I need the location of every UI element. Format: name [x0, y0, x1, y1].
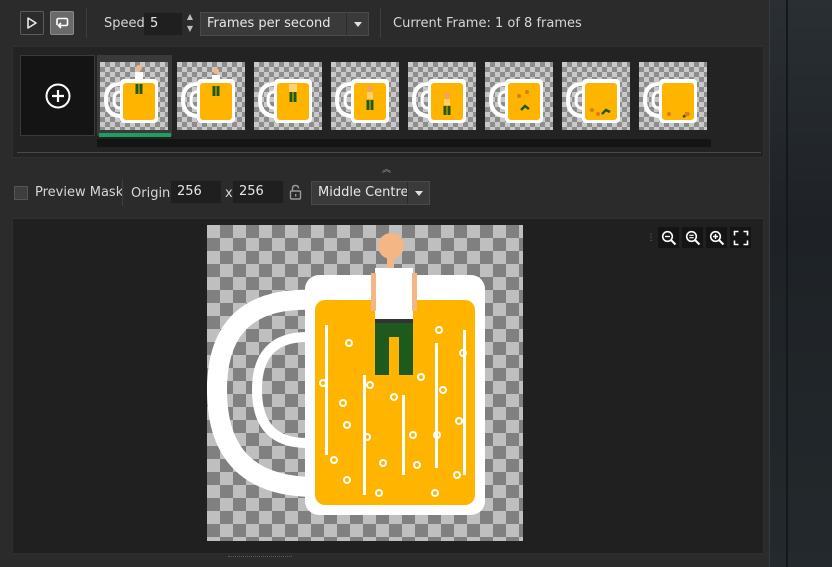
origin-options-row: Preview Mask Origin: 256 x 256 Middle Ce… — [0, 178, 770, 208]
speed-input[interactable]: 5 — [144, 13, 182, 35]
beer-mug-thumbnail — [642, 79, 697, 123]
plus-circle-icon — [45, 83, 70, 108]
background-edge — [770, 0, 832, 567]
zoom-out-button[interactable] — [658, 227, 679, 248]
speed-unit-value: Frames per second — [207, 16, 331, 31]
zoom-out-icon — [661, 230, 676, 245]
preview-mask-label: Preview Mask — [35, 185, 124, 200]
fullscreen-icon — [733, 230, 748, 245]
beer-mug-thumbnail — [565, 79, 620, 123]
frame-thumbnail-6[interactable] — [485, 62, 553, 130]
add-frame-button[interactable] — [20, 55, 95, 136]
frame-thumbnail-8[interactable] — [639, 62, 707, 130]
origin-separator-x: x — [225, 186, 233, 201]
beer-mug-thumbnail — [411, 79, 466, 123]
zoom-in-button[interactable] — [706, 227, 727, 248]
chevron-down-icon[interactable] — [407, 182, 429, 204]
beer-mug-thumbnail — [334, 79, 389, 123]
frame-thumbnail-1[interactable] — [99, 62, 171, 137]
loop-icon — [56, 17, 69, 29]
beer-mug-thumbnail — [488, 79, 543, 123]
sprite-canvas[interactable] — [206, 225, 523, 541]
toolbar-separator — [86, 8, 87, 38]
beer-mug-sprite — [206, 233, 485, 515]
play-button[interactable] — [20, 11, 44, 35]
timeline-ticks — [17, 145, 761, 153]
frame-thumbnail-7[interactable] — [562, 62, 630, 130]
frame-strip — [12, 46, 764, 158]
origin-mode-value: Middle Centre — [318, 185, 409, 200]
toolbar-separator — [122, 180, 123, 206]
current-frame-text: Current Frame: 1 of 8 frames — [393, 16, 582, 31]
frame-thumbnail-4[interactable] — [331, 62, 399, 130]
zoom-controls: ⋮ — [647, 227, 751, 249]
beer-mug-thumbnail — [103, 65, 158, 123]
origin-mode-dropdown[interactable]: Middle Centre — [311, 181, 430, 205]
resize-handle[interactable] — [228, 556, 292, 559]
chevron-down-icon[interactable] — [346, 13, 368, 35]
frame-thumbnail-3[interactable] — [254, 62, 322, 130]
frame-thumbnail-2[interactable] — [177, 62, 245, 130]
zoom-reset-button[interactable] — [682, 227, 703, 248]
drag-grip-icon[interactable]: ⋮ — [647, 227, 656, 248]
toolbar-separator — [380, 8, 381, 38]
lock-icon[interactable] — [289, 184, 302, 204]
animation-toolbar: Speed: 5 ▲ ▼ Frames per second Current F… — [0, 0, 770, 46]
speed-down-arrow-icon[interactable]: ▼ — [184, 24, 196, 34]
play-icon — [27, 17, 37, 29]
speed-unit-dropdown[interactable]: Frames per second — [200, 12, 369, 36]
speed-up-arrow-icon[interactable]: ▲ — [184, 12, 196, 22]
speed-label: Speed: — [104, 16, 150, 31]
beer-mug-thumbnail — [257, 79, 312, 123]
zoom-reset-icon — [685, 230, 700, 245]
sprite-preview-panel: ⋮ — [12, 218, 764, 554]
loop-button[interactable] — [50, 11, 74, 35]
origin-x-input[interactable]: 256 — [171, 181, 221, 203]
origin-y-input[interactable]: 256 — [233, 181, 283, 203]
preview-mask-checkbox[interactable] — [14, 186, 28, 200]
zoom-in-icon — [709, 230, 724, 245]
collapse-chevron-icon[interactable]: ︽ — [382, 162, 391, 175]
frame-thumbnail-5[interactable] — [408, 62, 476, 130]
sprite-editor-panel: Speed: 5 ▲ ▼ Frames per second Current F… — [0, 0, 770, 567]
beer-mug-thumbnail — [180, 68, 235, 123]
origin-label: Origin: — [131, 186, 175, 201]
fit-to-view-button[interactable] — [730, 227, 751, 248]
